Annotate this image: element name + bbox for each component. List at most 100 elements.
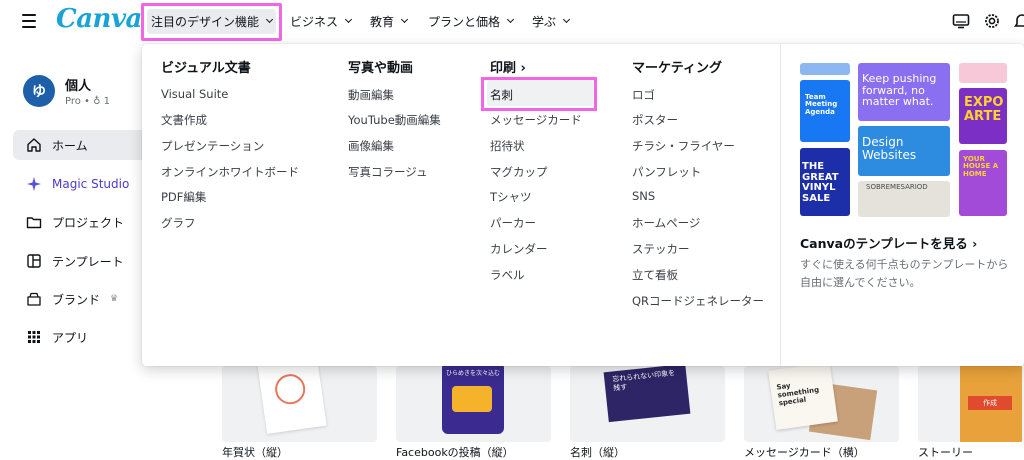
nav-learn[interactable]: 学ぶ <box>532 10 571 32</box>
template-card[interactable] <box>222 366 377 442</box>
menu-item[interactable]: ステッカー <box>632 241 690 257</box>
template-thumbnail[interactable]: EXPO ARTE <box>959 88 1007 144</box>
menu-item[interactable]: 画像編集 <box>348 138 394 154</box>
template-thumbnail[interactable]: THE GREAT VINYL SALE <box>800 148 850 216</box>
template-thumbnail[interactable]: Design Websites <box>858 126 950 176</box>
template-card[interactable]: 忘れられない印象を残す <box>570 366 725 442</box>
column-heading-marketing[interactable]: マーケティング <box>632 57 722 76</box>
tile-text: EXPO ARTE <box>964 95 1004 124</box>
sidebar-item-apps[interactable]: アプリ <box>13 322 150 352</box>
menu-item[interactable]: マグカップ <box>490 164 548 180</box>
settings-icon[interactable] <box>983 12 1001 30</box>
template-thumbnail[interactable]: YOUR HOUSE A HOME <box>959 150 1007 216</box>
folder-icon <box>26 217 42 229</box>
canva-logo[interactable]: Canva <box>56 4 142 34</box>
card-thumb-text: 作成 <box>968 396 1012 410</box>
chevron-down-icon <box>506 15 515 24</box>
tile-text: Design Websites <box>862 135 917 162</box>
menu-item[interactable]: ラベル <box>490 267 525 283</box>
monitor-icon[interactable] <box>952 12 970 30</box>
template-thumbnail[interactable] <box>959 63 1007 83</box>
nav-label: 学ぶ <box>532 14 557 29</box>
column-heading-print[interactable]: 印刷 › <box>490 57 526 76</box>
menu-item[interactable]: 写真コラージュ <box>348 164 427 180</box>
nav-pricing[interactable]: プランと価格 <box>428 10 515 32</box>
menu-item[interactable]: 立て看板 <box>632 267 678 283</box>
template-thumbnail[interactable]: Team Meeting Agenda <box>800 80 850 142</box>
column-heading-photo-video[interactable]: 写真や動画 <box>348 57 413 76</box>
menu-item[interactable]: ロゴ <box>632 87 655 103</box>
menu-item[interactable]: メッセージカード <box>490 112 582 128</box>
nav-label: プランと価格 <box>428 14 501 29</box>
template-thumbnail[interactable] <box>800 63 850 75</box>
tile-text: Team Meeting Agenda <box>805 93 838 116</box>
menu-item[interactable]: ポスター <box>632 112 678 128</box>
menu-item[interactable]: Tシャツ <box>490 189 532 205</box>
nav-business[interactable]: ビジネス <box>290 10 353 32</box>
card-label[interactable]: Facebookの投稿（縦） <box>396 444 514 460</box>
menu-item[interactable]: 招待状 <box>490 138 525 154</box>
sparkle-icon <box>27 177 41 191</box>
sidebar-item-label: アプリ <box>52 330 89 345</box>
sidebar-item-projects[interactable]: プロジェクト <box>13 207 150 237</box>
sidebar-item-label: ブランド <box>52 292 101 307</box>
nav-highlight-annotation <box>141 3 282 41</box>
menu-item[interactable]: パーカー <box>490 215 536 231</box>
menu-item[interactable]: YouTube動画編集 <box>348 112 441 128</box>
card-label[interactable]: 年賀状（縦） <box>222 444 288 460</box>
tile-text: SOBREMESARIOD <box>866 183 928 191</box>
template-card[interactable]: 作成 <box>918 366 1024 442</box>
tile-text: THE GREAT VINYL SALE <box>802 161 839 204</box>
menu-item[interactable]: グラフ <box>161 215 196 231</box>
home-icon <box>27 138 41 152</box>
avatar[interactable]: ゆ <box>23 75 55 107</box>
top-bar: Canva 注目のデザイン機能 ビジネス 教育 プランと価格 学ぶ <box>0 0 1024 44</box>
chevron-down-icon <box>400 15 409 24</box>
menu-item[interactable]: 動画編集 <box>348 87 394 103</box>
menu-item[interactable]: 文書作成 <box>161 112 207 128</box>
template-card[interactable]: ひらめきを次々込む <box>396 366 551 442</box>
tile-text: Keep pushing forward, no matter what. <box>862 72 937 109</box>
card-thumb-text: 忘れられない印象を残す <box>611 368 676 393</box>
sidebar-item-label: ホーム <box>52 138 88 153</box>
card-label[interactable]: ストーリー <box>918 444 973 460</box>
see-templates-link[interactable]: Canvaのテンプレートを見る › <box>800 233 977 252</box>
card-thumbnail: 忘れられない印象を残す <box>603 366 691 423</box>
sidebar-item-label: Magic Studio <box>52 177 130 191</box>
bell-icon[interactable] <box>1014 12 1024 30</box>
template-card[interactable]: Say something special <box>744 366 899 442</box>
card-thumb-text: Say something special <box>776 381 820 408</box>
card-label[interactable]: メッセージカード（横） <box>744 444 865 460</box>
card-thumbnail: 作成 <box>960 366 1022 442</box>
apps-icon <box>28 331 40 343</box>
menu-icon[interactable] <box>22 14 36 28</box>
template-thumbnail[interactable]: SOBREMESARIOD <box>858 181 950 217</box>
menu-item[interactable]: QRコードジェネレーター <box>632 293 764 309</box>
sidebar-item-label: テンプレート <box>52 254 124 269</box>
chevron-down-icon <box>344 15 353 24</box>
template-icon <box>27 254 41 268</box>
card-label[interactable]: 名刺（縦） <box>570 444 625 460</box>
card-art <box>273 372 308 407</box>
crown-icon: ♛ <box>110 294 119 304</box>
menu-item[interactable]: Visual Suite <box>161 87 228 101</box>
menu-item[interactable]: カレンダー <box>490 241 548 257</box>
menu-item[interactable]: SNS <box>632 189 655 203</box>
template-thumbnail[interactable]: Keep pushing forward, no matter what. <box>858 63 950 121</box>
menu-item[interactable]: オンラインホワイトボード <box>161 164 299 180</box>
account-name[interactable]: 個人 <box>65 75 91 94</box>
dropdown-divider <box>780 44 781 366</box>
see-templates-description: すぐに使える何千点ものテンプレートから自由に選んでください。 <box>800 258 1009 289</box>
menu-item[interactable]: チラシ・フライヤー <box>632 138 735 154</box>
menu-item[interactable]: プレゼンテーション <box>161 138 264 154</box>
sidebar-item-templates[interactable]: テンプレート <box>13 246 150 276</box>
menu-item[interactable]: ホームページ <box>632 215 700 231</box>
menu-item[interactable]: PDF編集 <box>161 189 206 205</box>
sidebar-item-magic-studio[interactable]: Magic Studio <box>13 169 150 199</box>
brand-icon <box>27 292 41 306</box>
column-heading-visual-docs[interactable]: ビジュアル文書 <box>161 57 251 76</box>
sidebar-item-brand[interactable]: ブランド ♛ <box>13 284 150 314</box>
sidebar-item-home[interactable]: ホーム <box>13 130 153 160</box>
menu-item[interactable]: パンフレット <box>632 164 701 180</box>
nav-education[interactable]: 教育 <box>370 10 409 32</box>
